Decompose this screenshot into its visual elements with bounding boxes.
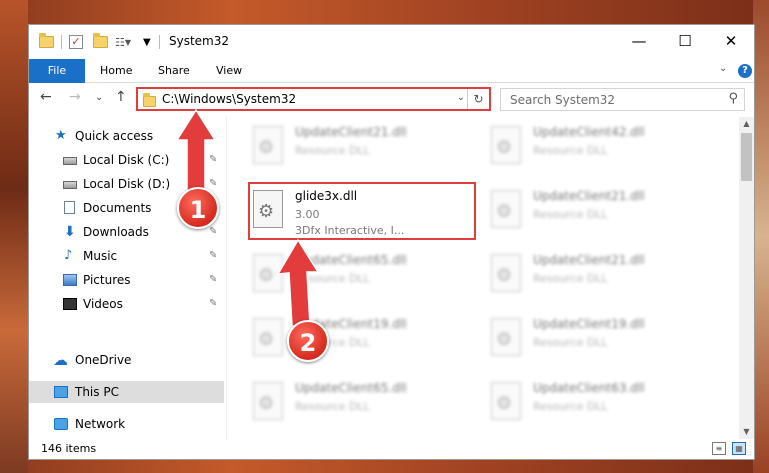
step-badge-1: 1 bbox=[177, 187, 219, 229]
arrow-2 bbox=[276, 238, 320, 327]
annotation-arrows bbox=[175, 108, 320, 327]
arrow-1 bbox=[175, 108, 217, 196]
step-badge-2: 2 bbox=[287, 320, 329, 362]
